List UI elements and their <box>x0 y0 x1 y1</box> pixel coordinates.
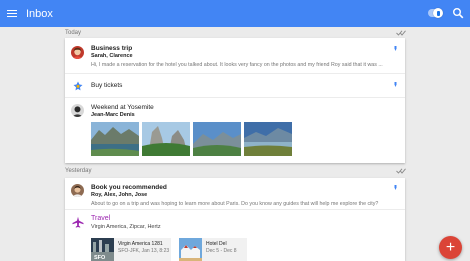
photo-thumbnail[interactable] <box>91 122 139 156</box>
section-header-yesterday: Yesterday <box>65 168 92 174</box>
yesterday-bundle: Book you recommended Roy, Alex, John, Jo… <box>65 178 405 261</box>
list-item[interactable]: Book you recommended Roy, Alex, John, Jo… <box>65 178 405 210</box>
search-icon[interactable] <box>452 7 464 19</box>
flight-card[interactable]: SFO Virgin America 1281 SFO-JFK, Jan 13,… <box>91 238 171 261</box>
item-sender: Virgin America, Zipcar, Hertz <box>91 224 161 230</box>
pin-icon[interactable] <box>394 82 397 87</box>
photo-thumbnail[interactable] <box>142 122 190 156</box>
sweep-icon[interactable] <box>396 30 406 36</box>
menu-icon[interactable] <box>7 9 17 18</box>
reminder-icon <box>72 80 84 92</box>
pin-icon[interactable] <box>394 185 397 190</box>
item-subject: Business trip <box>91 45 133 52</box>
flight-details: SFO-JFK, Jan 13, 8:23 <box>118 247 170 254</box>
app-title: Inbox <box>26 7 53 20</box>
section-header-today: Today <box>65 30 82 36</box>
list-item[interactable]: Weekend at Yosemite Jean-Marc Denis <box>65 98 405 163</box>
airplane-icon <box>72 216 84 228</box>
app-bar: Inbox <box>0 0 470 27</box>
item-subject: Travel <box>91 215 111 222</box>
avatar <box>71 184 84 197</box>
hotel-card[interactable]: Hotel Del Dec 5 - Dec 8 <box>179 238 247 261</box>
compose-button[interactable]: + <box>439 236 462 259</box>
item-snippet: About to go on a trip and was hoping to … <box>91 201 379 207</box>
photo-thumbnail[interactable] <box>193 122 241 156</box>
item-sender: Roy, Alex, John, Jose <box>91 192 148 198</box>
item-subject: Weekend at Yosemite <box>91 104 154 111</box>
item-sender: Sarah, Clarence <box>91 53 133 59</box>
hotel-image <box>179 238 202 261</box>
travel-bundle[interactable]: Travel Virgin America, Zipcar, Hertz SFO… <box>65 210 405 261</box>
photo-thumbnail[interactable] <box>244 122 292 156</box>
item-snippet: Hi, I made a reservation for the hotel y… <box>91 62 383 68</box>
pin-icon <box>433 8 443 18</box>
airport-code: SFO <box>94 255 106 261</box>
list-item[interactable]: Buy tickets <box>65 74 405 98</box>
pinned-toggle[interactable] <box>428 8 443 18</box>
flight-image: SFO <box>91 238 114 261</box>
today-bundle: Business trip Sarah, Clarence Hi, I made… <box>65 38 405 163</box>
sweep-icon[interactable] <box>396 168 406 174</box>
item-sender: Jean-Marc Denis <box>91 112 135 118</box>
list-item[interactable]: Business trip Sarah, Clarence Hi, I made… <box>65 38 405 74</box>
item-subject: Book you recommended <box>91 184 167 191</box>
avatar <box>71 46 84 59</box>
avatar <box>71 104 84 117</box>
flight-name: Virgin America 1281 <box>118 241 163 247</box>
pin-icon[interactable] <box>394 46 397 51</box>
hotel-dates: Dec 5 - Dec 8 <box>206 247 237 254</box>
item-subject: Buy tickets <box>91 82 123 89</box>
